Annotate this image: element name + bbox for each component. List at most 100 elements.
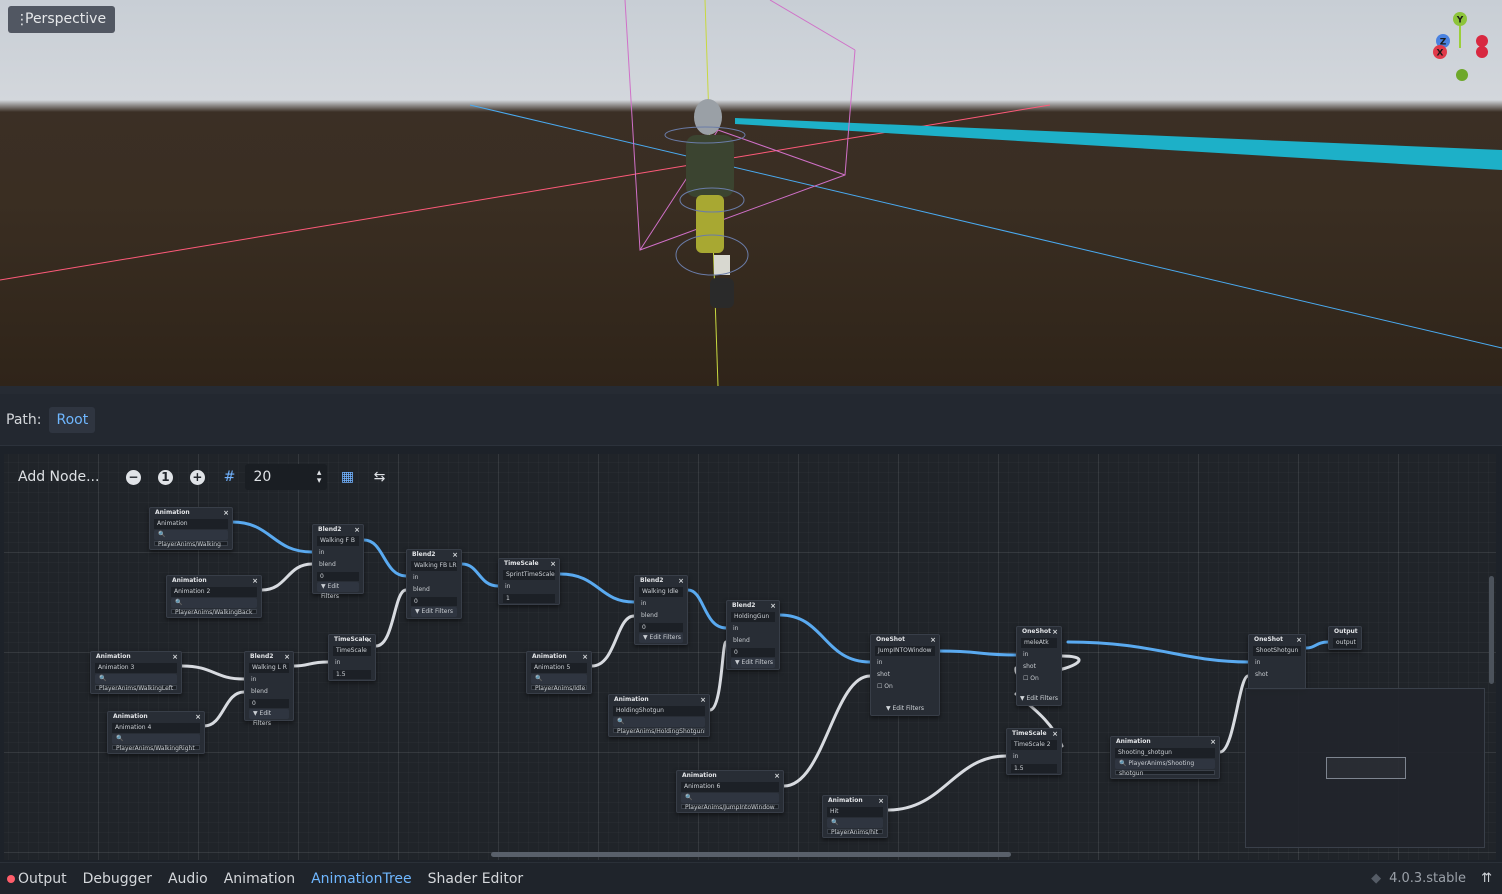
edit-filters-button[interactable]: ▼ Edit Filters [249,709,289,727]
arrange-nodes-button[interactable]: ⇆ [363,462,395,492]
pin-panel-icon[interactable]: ⇈ [1481,871,1492,886]
animation-select-button[interactable]: 🔍 PlayerAnims/Walking [154,530,228,548]
node-name-field[interactable]: Walking F B [317,536,359,546]
node-name-field[interactable]: Walking Idle [639,587,683,597]
close-icon[interactable]: × [678,576,684,586]
node-animation-holding[interactable]: Animation × HoldingShotgun 🔍 PlayerAnims/… [608,694,710,737]
scale-value-field[interactable]: 1.5 [333,670,371,679]
tab-animation-tree[interactable]: AnimationTree [311,871,412,887]
input-port-in[interactable]: in [1007,751,1061,763]
node-oneshot-shoot[interactable]: OneShot × ShootShotgun in shot [1248,634,1306,690]
input-port-blend[interactable]: blend [313,559,363,571]
animation-select-button[interactable]: 🔍 PlayerAnims/WalkingLeft [95,674,177,692]
node-animation-6[interactable]: Animation × Animation 6 🔍 PlayerAnims/Jum… [676,770,784,813]
input-port-in[interactable]: in [245,674,293,686]
node-name-field[interactable]: Animation 4 [112,723,200,733]
path-root-button[interactable]: Root [49,406,96,433]
animation-select-button[interactable]: 🔍 PlayerAnims/Idle [531,674,587,692]
close-icon[interactable]: × [223,508,229,518]
node-output[interactable]: Output output [1328,626,1362,650]
node-animation-5[interactable]: Animation × Animation 5 🔍 PlayerAnims/Idl… [526,651,592,694]
close-icon[interactable]: × [172,652,178,662]
snap-toggle-button[interactable]: # [213,462,245,492]
node-animation-2[interactable]: Animation × Animation 2 🔍 PlayerAnims/Wal… [166,575,262,618]
vertical-scrollbar[interactable] [1489,576,1494,684]
request-dropdown[interactable] [871,693,939,703]
input-port-blend[interactable]: blend [245,686,293,698]
tab-animation[interactable]: Animation [224,871,295,887]
scale-value-field[interactable]: 1 [503,594,555,603]
zoom-reset-button[interactable]: 1 [149,462,181,492]
close-icon[interactable]: × [774,771,780,781]
blend-amount-slider[interactable]: 0 [411,597,457,606]
node-animation-4[interactable]: Animation × Animation 4 🔍 PlayerAnims/Wal… [107,711,205,754]
node-name-field[interactable]: ShootShotgun [1253,646,1301,656]
node-blend2-walking-fb-lr[interactable]: Blend2 × Walking FB LR in blend 0 ▼ Edit … [406,549,462,619]
blend-amount-slider[interactable]: 0 [317,572,359,581]
node-name-field[interactable]: Walking L R [249,663,289,673]
edit-filters-button[interactable]: ▼ Edit Filters [871,703,939,715]
animation-select-button[interactable]: 🔍 PlayerAnims/JumpIntoWindow [681,793,779,811]
close-icon[interactable]: × [582,652,588,662]
node-blend2-walking-fb[interactable]: Blend2 × Walking F B in blend 0 ▼ Edit Fi… [312,524,364,600]
node-name-field[interactable]: HoldingShotgun [613,706,705,716]
animation-select-button[interactable]: 🔍 PlayerAnims/Shooting shotgun [1115,759,1215,777]
node-animation-shooting[interactable]: Animation × Shooting_shotgun 🔍 PlayerAnim… [1110,736,1220,779]
input-port-blend[interactable]: blend [727,635,779,647]
blend-amount-slider[interactable]: 0 [639,623,683,632]
close-icon[interactable]: × [366,635,372,645]
graph-minimap[interactable] [1245,688,1485,848]
node-name-field[interactable]: Animation [154,519,228,529]
edit-filters-button[interactable]: ▼ Edit Filters [317,582,359,600]
node-name-field[interactable]: TimeScale [333,646,371,656]
node-name-field[interactable]: Walking FB LR [411,561,457,571]
animation-select-button[interactable]: 🔍 PlayerAnims/WalkingRight [112,734,200,752]
node-timescale-2[interactable]: TimeScale × TimeScale 2 in 1.5 [1006,728,1062,775]
close-icon[interactable]: × [1296,635,1302,645]
input-port-in[interactable]: in [329,657,375,669]
close-icon[interactable]: × [1052,729,1058,739]
input-port-in[interactable]: in [407,572,461,584]
3d-viewport[interactable]: ⋮ Perspective Y Z X [0,0,1502,386]
input-port-in[interactable]: in [499,581,559,593]
perspective-menu-button[interactable]: ⋮ Perspective [8,6,116,33]
close-icon[interactable]: × [252,576,258,586]
request-toggle[interactable]: ☐ On [871,681,939,693]
node-name-field[interactable]: Shooting_shotgun [1115,748,1215,758]
animation-select-button[interactable]: 🔍 PlayerAnims/WalkingBack [171,598,257,616]
blend-amount-slider[interactable]: 0 [731,648,775,657]
panel-splitter[interactable] [0,386,1502,394]
close-icon[interactable]: × [700,695,706,705]
minimap-toggle-button[interactable]: ▦ [331,462,363,492]
node-name-field[interactable]: TimeScale 2 [1011,740,1057,750]
close-icon[interactable]: × [878,796,884,806]
close-icon[interactable]: × [1052,627,1058,637]
input-port-in[interactable]: in [871,657,939,669]
node-name-field[interactable]: Animation 6 [681,782,779,792]
tab-debugger[interactable]: Debugger [83,871,152,887]
node-blend2-walking-idle[interactable]: Blend2 × Walking Idle in blend 0 ▼ Edit F… [634,575,688,645]
node-oneshot-melee[interactable]: OneShot × meleAtk in shot ☐ On ▼ Edit Fil… [1016,626,1062,706]
close-icon[interactable]: × [354,525,360,535]
node-name-field[interactable]: JumpINTOWindow [875,646,935,656]
node-animation-1[interactable]: Animation × Animation 🔍 PlayerAnims/Walki… [149,507,233,550]
minimap-viewport-rect[interactable] [1326,757,1406,779]
close-icon[interactable]: × [1210,737,1216,747]
add-node-button[interactable]: Add Node... [10,469,107,485]
node-name-field[interactable]: Hit [827,807,883,817]
close-icon[interactable]: × [550,559,556,569]
input-port-blend[interactable]: blend [635,610,687,622]
horizontal-scrollbar[interactable] [491,852,1011,857]
input-port-in[interactable]: in [1017,649,1061,661]
node-blend2-holding-gun[interactable]: Blend2 × HoldingGun in blend 0 ▼ Edit Fil… [726,600,780,670]
node-oneshot-jump[interactable]: OneShot × JumpINTOWindow in shot ☐ On ▼ E… [870,634,940,716]
input-port-shot[interactable]: shot [1249,669,1305,681]
close-icon[interactable]: × [284,652,290,662]
input-port-shot[interactable]: shot [1017,661,1061,673]
edit-filters-button[interactable]: ▼ Edit Filters [1017,693,1061,705]
input-port-shot[interactable]: shot [871,669,939,681]
animation-select-button[interactable]: 🔍 PlayerAnims/hit [827,818,883,836]
input-port-blend[interactable]: blend [407,584,461,596]
close-icon[interactable]: × [930,635,936,645]
request-toggle[interactable]: ☐ On [1017,673,1061,685]
